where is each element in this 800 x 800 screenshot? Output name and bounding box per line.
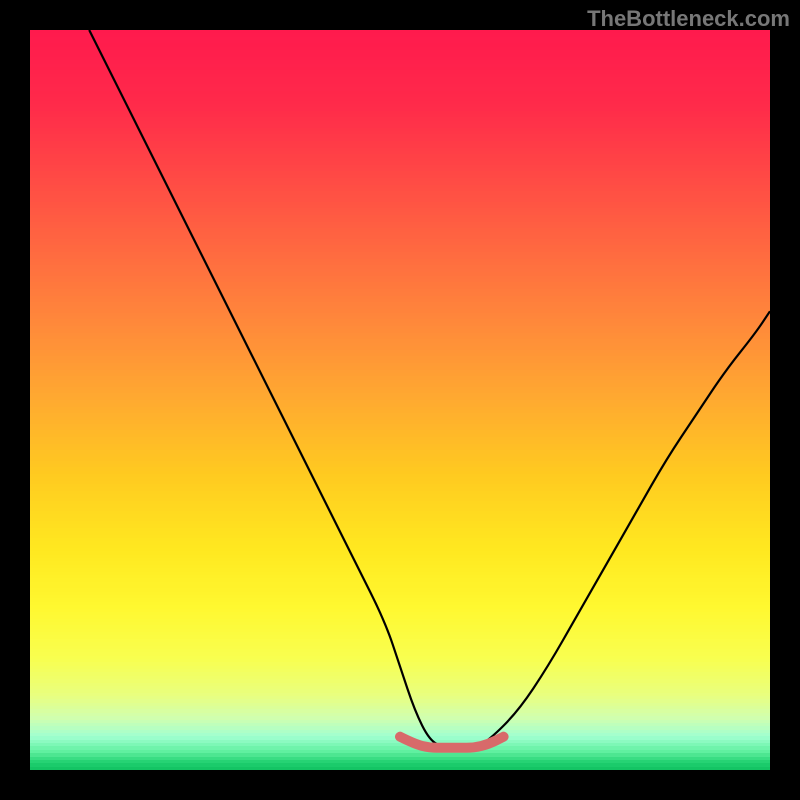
chart-curve	[89, 30, 770, 748]
watermark-text: TheBottleneck.com	[587, 6, 790, 32]
chart-plot-area	[30, 30, 770, 770]
chart-svg	[30, 30, 770, 770]
